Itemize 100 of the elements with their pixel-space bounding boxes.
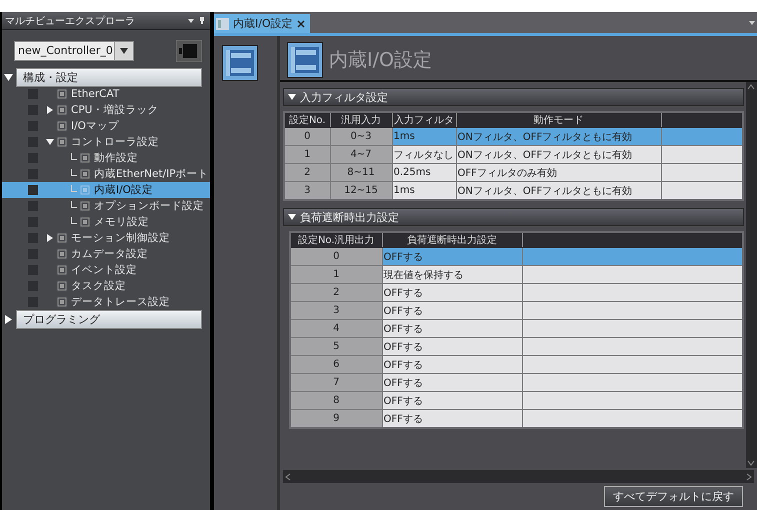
tree-item[interactable]: コントローラ設定 — [2, 134, 210, 150]
table-cell[interactable]: OFFする — [382, 338, 522, 356]
scroll-down-icon[interactable] — [746, 458, 756, 468]
selected-tree-item[interactable]: 内蔵I/O設定 — [2, 182, 210, 198]
table-cell[interactable]: OFFする — [382, 302, 522, 320]
row-header-cell: 4~7 — [330, 146, 392, 164]
section-header[interactable]: 負荷遮断時出力設定 — [283, 208, 744, 226]
table-cell[interactable]: OFFする — [382, 392, 522, 410]
column-header[interactable]: 設定No.汎用出力 — [290, 232, 382, 248]
section-title: 負荷遮断時出力設定 — [300, 210, 399, 224]
tree-item[interactable]: メモリ設定 — [2, 214, 210, 230]
tree-item[interactable]: CPU・増設ラック — [2, 102, 210, 118]
horizontal-scrollbar[interactable] — [283, 470, 754, 483]
column-header[interactable]: 汎用入力 — [330, 112, 392, 128]
table-cell[interactable]: OFFする — [382, 248, 522, 266]
row-header-cell: 2 — [284, 164, 330, 182]
status-square — [28, 89, 38, 99]
scroll-left-icon[interactable] — [283, 472, 293, 482]
tree-connector — [71, 153, 77, 160]
panel-title: マルチビューエクスプローラ — [5, 14, 135, 28]
table-cell[interactable]: 1ms — [392, 128, 456, 146]
tree-item[interactable]: EtherCAT — [2, 86, 210, 102]
controller-dropdown[interactable]: new_Controller_0 — [14, 41, 134, 61]
controller-icon[interactable] — [176, 40, 202, 62]
io-unit-icon — [287, 42, 323, 78]
status-square — [28, 105, 38, 115]
row-header-cell: 4 — [290, 320, 382, 338]
reset-defaults-button[interactable]: すべてデフォルトに戻す — [604, 486, 743, 507]
expand-arrow-icon[interactable] — [46, 106, 54, 114]
table-cell[interactable]: 現在値を保持する — [382, 266, 522, 284]
row-header-cell: 3 — [290, 302, 382, 320]
tree-group-header[interactable]: プログラミング — [16, 310, 202, 328]
tree-group-header[interactable]: 構成・設定 — [16, 68, 202, 86]
table-cell[interactable]: OFFする — [382, 284, 522, 302]
caret-icon — [120, 48, 128, 54]
table-cell[interactable]: OFFする — [382, 356, 522, 374]
tab-menu-icon[interactable] — [749, 21, 755, 25]
row-header-cell: 0~3 — [330, 128, 392, 146]
status-square — [28, 297, 38, 307]
table-cell[interactable]: 1ms — [392, 182, 456, 200]
row-header-cell: 8~11 — [330, 164, 392, 182]
table-cell[interactable]: ONフィルタ、OFFフィルタともに有効 — [456, 146, 661, 164]
tree-item[interactable]: カムデータ設定 — [2, 246, 210, 262]
collapse-arrow-icon[interactable] — [46, 138, 54, 146]
row-header-cell: 5 — [290, 338, 382, 356]
row-header-cell: 2 — [290, 284, 382, 302]
scroll-right-icon[interactable] — [744, 472, 754, 482]
status-square — [28, 185, 38, 195]
vertical-scrollbar[interactable] — [746, 82, 757, 468]
pin-icon[interactable] — [188, 16, 206, 26]
row-header-cell: 7 — [290, 374, 382, 392]
table-cell[interactable]: ONフィルタ、OFFフィルタともに有効 — [456, 128, 661, 146]
column-header[interactable]: 負荷遮断時出力設定 — [382, 232, 522, 248]
tree-item[interactable]: オプションボード設定 — [2, 198, 210, 214]
status-square — [28, 121, 38, 131]
status-square — [28, 265, 38, 275]
table-cell[interactable]: OFFする — [382, 374, 522, 392]
table-cell[interactable]: OFFする — [382, 410, 522, 428]
collapse-arrow-icon[interactable] — [288, 93, 296, 101]
tree-item[interactable]: モーション制御設定 — [2, 230, 210, 246]
column-header[interactable]: 入力フィルタ — [392, 112, 456, 128]
status-square — [28, 153, 38, 163]
collapse-arrow-icon[interactable] — [288, 213, 296, 221]
section-header[interactable]: 入力フィルタ設定 — [283, 88, 744, 106]
tree-item[interactable]: データトレース設定 — [2, 294, 210, 310]
tree-connector — [71, 201, 77, 208]
column-header[interactable]: 動作モード — [456, 112, 661, 128]
collapse-arrow-icon[interactable] — [4, 72, 13, 82]
table-cell[interactable]: フィルタなし — [392, 146, 456, 164]
status-square — [28, 137, 38, 147]
status-square — [28, 249, 38, 259]
row-header-cell: 3 — [284, 182, 330, 200]
tree-item[interactable]: 内蔵EtherNet/IPポート — [2, 166, 210, 182]
page-title: 内蔵I/O設定 — [329, 48, 432, 73]
tree-connector — [71, 217, 77, 224]
table-cell[interactable]: OFFする — [382, 320, 522, 338]
section-title: 入力フィルタ設定 — [300, 90, 388, 104]
row-header-cell: 9 — [290, 410, 382, 428]
table-cell[interactable]: ONフィルタ、OFFフィルタともに有効 — [456, 182, 661, 200]
table-cell[interactable]: 0.25ms — [392, 164, 456, 182]
expand-arrow-icon[interactable] — [46, 234, 54, 242]
tree-item[interactable]: 動作設定 — [2, 150, 210, 166]
status-square — [28, 169, 38, 179]
scroll-up-icon[interactable] — [746, 82, 756, 92]
close-icon[interactable] — [296, 20, 305, 28]
tree-item[interactable]: タスク設定 — [2, 278, 210, 294]
column-header[interactable]: 設定No. — [284, 112, 330, 128]
table-cell[interactable]: OFFフィルタのみ有効 — [456, 164, 661, 182]
expand-arrow-icon[interactable] — [4, 314, 13, 324]
table-cell[interactable] — [522, 248, 743, 266]
status-square — [28, 233, 38, 243]
status-square — [28, 281, 38, 291]
tree-item[interactable]: I/Oマップ — [2, 118, 210, 134]
table-cell[interactable] — [661, 128, 743, 146]
document-tab[interactable]: 内蔵I/O設定 — [214, 14, 310, 33]
row-header-cell: 12~15 — [330, 182, 392, 200]
tree-item[interactable]: イベント設定 — [2, 262, 210, 278]
tree-connector — [71, 169, 77, 176]
status-square — [28, 201, 38, 211]
row-header-cell: 0 — [290, 248, 382, 266]
